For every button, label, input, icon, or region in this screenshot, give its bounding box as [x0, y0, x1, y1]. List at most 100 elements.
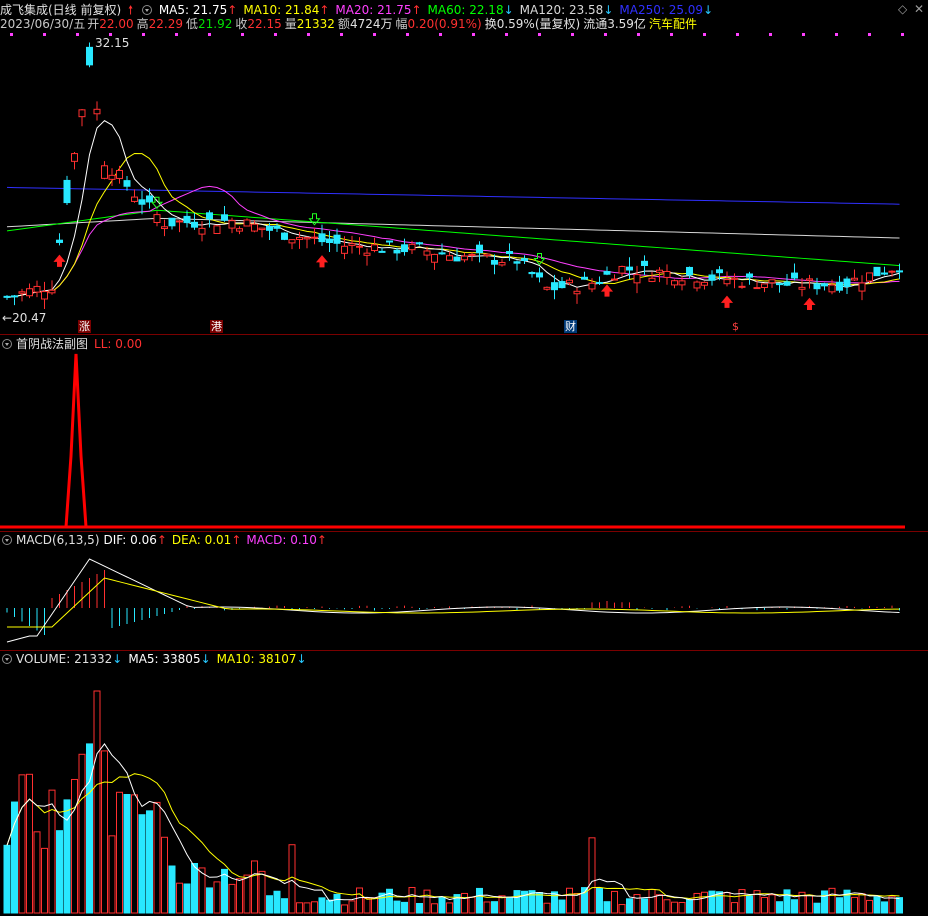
volume-bar: [468, 896, 476, 914]
volume-bar: [828, 887, 836, 914]
volume-bar: [851, 896, 858, 914]
candle-body: [566, 279, 573, 284]
candle-body: [828, 284, 836, 293]
candle-body: [453, 256, 461, 262]
candle-body: [528, 271, 536, 275]
volume-bar: [168, 865, 176, 914]
volume-bar: [873, 896, 881, 914]
marker-dot: [439, 33, 442, 36]
marker-dot: [868, 33, 871, 36]
candle-body: [476, 244, 483, 254]
volume-bar: [596, 887, 603, 914]
marker-dot: [274, 33, 277, 36]
candle-body: [161, 226, 168, 230]
candle-body: [153, 214, 161, 223]
candle-body: [266, 225, 273, 231]
signal-arrow-icon: [308, 213, 321, 226]
volume-bar: [761, 896, 768, 914]
ll-spike: [64, 353, 88, 528]
volume-bar: [416, 903, 423, 914]
candle-body: [873, 266, 881, 277]
candle-body: [678, 280, 686, 286]
candle-body: [626, 266, 633, 271]
volume-bar: [671, 901, 678, 914]
marker-dot: [406, 33, 409, 36]
marker-dot: [604, 33, 607, 36]
candle-body: [656, 269, 663, 273]
event-marker-zhang[interactable]: 涨: [78, 320, 91, 333]
candle-body: [191, 221, 198, 228]
candle-body: [393, 249, 401, 254]
event-marker-gang[interactable]: 港: [210, 320, 223, 333]
macd-pane[interactable]: [0, 532, 928, 650]
candle-body: [41, 291, 48, 300]
volume-bar: [191, 863, 198, 914]
volume-bar: [33, 831, 41, 914]
volume-bar: [881, 901, 888, 914]
volume-bar: [813, 902, 821, 914]
candle-body: [588, 282, 596, 290]
marker-dot: [703, 33, 706, 36]
volume-bar: [498, 895, 506, 914]
event-marker-dollar[interactable]: $: [731, 320, 740, 333]
candle-body: [783, 281, 791, 286]
event-marker-cai[interactable]: 财: [564, 320, 577, 333]
volume-bar: [648, 888, 656, 914]
candle-body: [378, 250, 386, 253]
volume-bar: [461, 892, 468, 914]
candle-body: [48, 289, 56, 294]
candle-body: [708, 274, 716, 281]
candle-body: [123, 180, 131, 187]
volume-bar: [131, 794, 138, 914]
candle-body: [461, 255, 468, 261]
candle-body: [228, 220, 236, 229]
volume-bar: [108, 835, 116, 914]
candlestick-chart[interactable]: [0, 0, 928, 336]
candle-body: [146, 195, 153, 203]
candle-body: [93, 108, 101, 115]
ma60-line: [6, 209, 900, 267]
candle-body: [558, 281, 566, 289]
marker-dot: [901, 33, 904, 36]
volume-bar: [536, 892, 543, 914]
dea-line: [7, 577, 900, 628]
candle-body: [798, 286, 806, 290]
marker-dot: [835, 33, 838, 36]
volume-bar: [588, 837, 596, 914]
volume-bar: [776, 901, 783, 914]
volume-bar: [806, 894, 813, 914]
pane-divider[interactable]: [0, 334, 928, 335]
marker-dot: [373, 33, 376, 36]
candle-body: [686, 266, 693, 276]
volume-bar: [551, 891, 558, 914]
volume-bar: [326, 899, 333, 914]
candle-body: [888, 270, 896, 273]
marker-dot: [10, 33, 13, 36]
volume-bar: [708, 890, 716, 914]
volume-bar: [18, 774, 26, 914]
candle-body: [513, 261, 521, 264]
volume-bar: [491, 901, 498, 914]
main-price-pane[interactable]: [0, 0, 928, 336]
candle-body: [213, 225, 221, 235]
candle-body: [746, 273, 753, 278]
candle-body: [303, 237, 311, 240]
candle-body: [168, 217, 176, 227]
candle-body: [296, 236, 303, 240]
candle-body: [633, 274, 641, 284]
volume-bar: [41, 847, 48, 914]
candle-body: [273, 225, 281, 229]
volume-pane[interactable]: [0, 651, 928, 916]
candle-body: [408, 243, 416, 251]
volume-bar: [273, 890, 281, 914]
candle-body: [236, 228, 243, 232]
candle-body: [663, 270, 671, 278]
candle-body: [3, 295, 11, 298]
candle-body: [506, 251, 513, 254]
sub1-pane[interactable]: [0, 336, 928, 532]
candle-body: [843, 278, 851, 287]
volume-bar: [221, 868, 228, 914]
candle-body: [551, 282, 558, 291]
marker-dot: [241, 33, 244, 36]
ma5-line: [6, 120, 900, 298]
